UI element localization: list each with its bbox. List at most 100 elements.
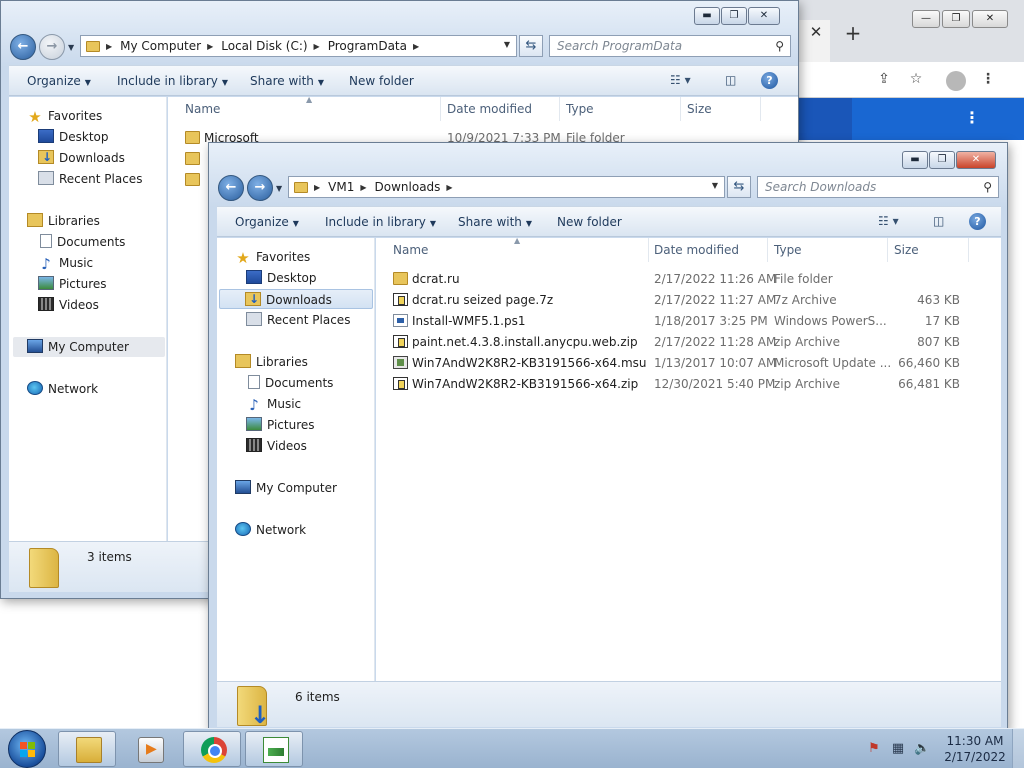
column-divider[interactable] — [887, 238, 888, 262]
nav-favorites[interactable]: ★ Favorites — [27, 106, 102, 126]
page-menu-icon[interactable]: ⋮ — [964, 108, 980, 127]
recent-pages-dropdown-icon[interactable]: ▼ — [276, 184, 282, 193]
nav-downloads[interactable]: Downloads — [38, 147, 125, 168]
column-name[interactable]: Name — [185, 97, 220, 121]
menu-icon[interactable]: ⋮ — [978, 71, 998, 89]
address-dropdown-icon[interactable]: ▼ — [504, 40, 510, 49]
profile-icon[interactable] — [946, 71, 966, 91]
breadcrumb-arrow-icon[interactable]: ▶ — [106, 42, 112, 51]
start-button[interactable] — [8, 730, 46, 768]
table-row[interactable]: Install-WMF5.1.ps1 1/18/2017 3:25 PM Win… — [393, 311, 993, 332]
minimize-button[interactable]: — — [912, 10, 940, 28]
include-in-library-button[interactable]: Include in library ▼ — [325, 215, 436, 229]
close-button[interactable]: ✕ — [956, 151, 996, 169]
forward-button[interactable]: → — [247, 175, 273, 201]
refresh-button[interactable]: ⇆ — [519, 35, 543, 57]
nav-network[interactable]: Network — [235, 520, 306, 540]
breadcrumb-local-disk[interactable]: Local Disk (C:) — [221, 39, 307, 53]
nav-my-computer[interactable]: My Computer — [235, 478, 337, 498]
maximize-button[interactable]: ❐ — [721, 7, 747, 25]
share-icon[interactable]: ⇪ — [874, 71, 894, 89]
column-divider[interactable] — [680, 97, 681, 121]
refresh-button[interactable]: ⇆ — [727, 176, 751, 198]
show-desktop-button[interactable] — [1012, 729, 1024, 768]
column-date-modified[interactable]: Date modified — [447, 97, 532, 121]
nav-my-computer[interactable]: My Computer — [13, 337, 165, 357]
breadcrumb-my-computer[interactable]: My Computer — [120, 39, 201, 53]
table-row[interactable]: dcrat.ru seized page.7z 2/17/2022 11:27 … — [393, 290, 993, 311]
help-icon[interactable]: ? — [969, 213, 986, 230]
nav-desktop[interactable]: Desktop — [38, 127, 109, 147]
nav-pictures[interactable]: Pictures — [38, 274, 107, 294]
nav-libraries[interactable]: Libraries — [27, 211, 100, 231]
breadcrumb-programdata[interactable]: ProgramData — [328, 39, 407, 53]
address-bar[interactable]: ▶ VM1 ▶ Downloads ▶ ▼ — [288, 176, 725, 198]
organize-button[interactable]: Organize ▼ — [27, 74, 91, 88]
minimize-button[interactable]: ▬ — [694, 7, 720, 25]
breadcrumb-arrow-icon[interactable]: ▶ — [207, 42, 213, 51]
new-folder-button[interactable]: New folder — [557, 215, 622, 229]
column-divider[interactable] — [760, 97, 761, 121]
view-options-icon[interactable]: ☷ ▾ — [670, 73, 691, 87]
forward-button[interactable]: → — [39, 34, 65, 60]
volume-icon[interactable]: 🔈 — [914, 741, 930, 757]
preview-pane-icon[interactable]: ◫ — [933, 214, 944, 228]
nav-videos[interactable]: Videos — [246, 436, 307, 456]
nav-pictures[interactable]: Pictures — [246, 415, 315, 435]
share-with-button[interactable]: Share with ▼ — [250, 74, 324, 88]
new-tab-button[interactable]: + — [842, 22, 864, 44]
organize-button[interactable]: Organize ▼ — [235, 215, 299, 229]
back-button[interactable]: ← — [218, 175, 244, 201]
minimize-button[interactable]: ▬ — [902, 151, 928, 169]
nav-recent-places[interactable]: Recent Places — [246, 310, 350, 330]
nav-desktop[interactable]: Desktop — [246, 268, 317, 288]
breadcrumb-arrow-icon[interactable]: ▶ — [314, 183, 320, 192]
taskbar-paint-net-button[interactable] — [245, 731, 303, 767]
close-tab-icon[interactable]: ✕ — [806, 22, 826, 42]
view-options-icon[interactable]: ☷ ▾ — [878, 214, 899, 228]
nav-libraries[interactable]: Libraries — [235, 352, 308, 372]
close-button[interactable]: ✕ — [748, 7, 780, 25]
new-folder-button[interactable]: New folder — [349, 74, 414, 88]
star-icon[interactable]: ☆ — [906, 71, 926, 89]
column-date-modified[interactable]: Date modified — [654, 238, 739, 262]
breadcrumb-arrow-icon[interactable]: ▶ — [314, 42, 320, 51]
search-input[interactable]: Search Downloads ⚲ — [757, 176, 999, 198]
breadcrumb-arrow-icon[interactable]: ▶ — [360, 183, 366, 192]
column-name[interactable]: Name — [393, 238, 428, 262]
nav-music[interactable]: ♪ Music — [38, 253, 93, 273]
close-button[interactable]: ✕ — [972, 10, 1008, 28]
column-type[interactable]: Type — [566, 97, 594, 121]
search-input[interactable]: Search ProgramData ⚲ — [549, 35, 791, 57]
network-tray-icon[interactable]: ▦ — [890, 741, 906, 757]
column-divider[interactable] — [559, 97, 560, 121]
taskbar-media-player-button[interactable] — [120, 731, 178, 767]
column-divider[interactable] — [440, 97, 441, 121]
nav-favorites[interactable]: ★ Favorites — [235, 247, 310, 267]
breadcrumb-arrow-icon[interactable]: ▶ — [413, 42, 419, 51]
nav-documents[interactable]: Documents — [246, 373, 333, 393]
recent-pages-dropdown-icon[interactable]: ▼ — [68, 43, 74, 52]
nav-recent-places[interactable]: Recent Places — [38, 169, 142, 189]
column-size[interactable]: Size — [894, 238, 919, 262]
nav-documents[interactable]: Documents — [38, 232, 125, 252]
breadcrumb-arrow-icon[interactable]: ▶ — [446, 183, 452, 192]
column-divider[interactable] — [648, 238, 649, 262]
table-row[interactable]: paint.net.4.3.8.install.anycpu.web.zip 2… — [393, 332, 993, 353]
breadcrumb-vm1[interactable]: VM1 — [328, 180, 354, 194]
nav-videos[interactable]: Videos — [38, 295, 99, 315]
nav-network[interactable]: Network — [27, 379, 98, 399]
nav-music[interactable]: ♪ Music — [246, 394, 301, 414]
taskbar-explorer-button[interactable] — [58, 731, 116, 767]
preview-pane-icon[interactable]: ◫ — [725, 73, 736, 87]
help-icon[interactable]: ? — [761, 72, 778, 89]
address-dropdown-icon[interactable]: ▼ — [712, 181, 718, 190]
table-row[interactable]: Win7AndW2K8R2-KB3191566-x64.msu 1/13/201… — [393, 353, 993, 374]
maximize-button[interactable]: ❐ — [942, 10, 970, 28]
column-divider[interactable] — [767, 238, 768, 262]
share-with-button[interactable]: Share with ▼ — [458, 215, 532, 229]
column-size[interactable]: Size — [687, 97, 712, 121]
action-center-flag-icon[interactable]: ⚑ — [866, 741, 882, 757]
table-row[interactable]: Win7AndW2K8R2-KB3191566-x64.zip 12/30/20… — [393, 374, 993, 395]
maximize-button[interactable]: ❐ — [929, 151, 955, 169]
